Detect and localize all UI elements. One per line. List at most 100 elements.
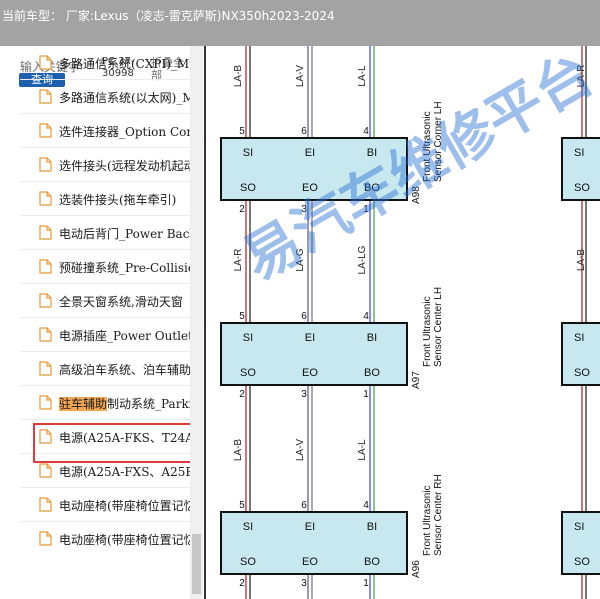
document-icon: [39, 89, 52, 104]
pin-name: SI: [243, 147, 253, 159]
pin-name: SI: [574, 521, 584, 533]
sensor-id: A96: [411, 560, 422, 578]
tree-item-label: 选件接头(远程发动机起动): [59, 159, 190, 173]
document-icon: [39, 259, 52, 274]
wiring-diagram: LA-B LA-V LA-L LA-R LA-G LA-LG LA-B LA-V LA-L LA-…: [204, 41, 600, 599]
wire-label: LA-L: [357, 65, 368, 87]
tree-item-label: 多路通信系统(以太网)_Multiplex Communication Syst…: [59, 91, 190, 105]
pin-name: EI: [305, 332, 315, 344]
pin-name: SO: [574, 367, 590, 379]
pin-number: 5: [239, 126, 245, 137]
pin-name: SO: [240, 556, 256, 568]
pin-name: EI: [305, 521, 315, 533]
selection-highlight-box: [33, 423, 201, 463]
pin-number: 1: [363, 578, 369, 589]
pin-number: 6: [301, 311, 307, 322]
sensor-name: Sensor Center LH: [433, 287, 444, 367]
pin-number: 4: [363, 500, 369, 511]
tree-scrollbar[interactable]: [190, 46, 203, 599]
document-icon: [39, 55, 52, 70]
tree-item-label: 全景天窗系统,滑动天窗: [59, 295, 183, 309]
pin-number: 3: [301, 389, 307, 400]
tree-item-label: 选件连接器_Option Connector: [59, 125, 190, 139]
window-title: 当前车型： 厂家:Lexus（凌志-雷克萨斯)NX350h2023-2024: [2, 9, 335, 23]
pin-name: SI: [574, 147, 584, 159]
sensor-name: Sensor Center RH: [433, 474, 444, 556]
tree-item-label: 选装件接头(拖车牵引): [59, 193, 177, 207]
pin-number: 6: [301, 126, 307, 137]
wire-label: LA-B: [233, 439, 244, 462]
document-icon: [39, 361, 52, 376]
wire-label: LA-L: [357, 439, 368, 461]
sensor-name: Front Ultrasonic: [422, 485, 433, 556]
document-icon: [39, 293, 52, 308]
wire-label: LA-V: [295, 65, 306, 88]
pin-number: 3: [301, 578, 307, 589]
pin-name: SO: [574, 182, 590, 194]
pin-number: 2: [239, 578, 245, 589]
pin-number: 2: [239, 204, 245, 215]
document-icon: [39, 191, 52, 206]
tree-item[interactable]: 多路通信系统(以太网)_Multiplex Communication Syst…: [20, 79, 190, 113]
pin-number: 5: [239, 500, 245, 511]
tree-item[interactable]: 选装件接头(拖车牵引): [20, 181, 190, 215]
tree-item[interactable]: 多路通信系统(CXPI)_Multiplex Communication Sys…: [20, 46, 190, 79]
document-icon: [39, 327, 52, 342]
wire-label: LA-LG: [357, 245, 368, 274]
pin-number: 6: [301, 500, 307, 511]
tree-item[interactable]: 选件连接器_Option Connector: [20, 113, 190, 147]
pin-name: SO: [240, 182, 256, 194]
tree-item-label: 电动后背门_Power Back Door: [59, 227, 190, 241]
pin-name: EI: [305, 147, 315, 159]
document-icon: [39, 157, 52, 172]
document-icon: [39, 123, 52, 138]
tree-item-label: 电动座椅(带座椅位置记忆): [59, 533, 190, 547]
pin-name: BO: [364, 556, 380, 568]
tree-item-label: 预碰撞系统_Pre-Collision System: [59, 261, 190, 275]
tree-item-label: 电源插座_Power Outlet: [59, 329, 190, 343]
tree-item[interactable]: 电动座椅(带座椅位置记忆): [20, 487, 190, 521]
tree-item[interactable]: 全景天窗系统,滑动天窗: [20, 283, 190, 317]
tree-item-label: 电动座椅(带座椅位置记忆): [59, 499, 190, 513]
pin-name: SO: [574, 556, 590, 568]
tree-item-label: 驻车辅助制动系统_Parking Support Brake System: [59, 397, 190, 411]
tree-item[interactable]: 预碰撞系统_Pre-Collision System: [20, 249, 190, 283]
pin-number: 5: [239, 311, 245, 322]
document-icon: [39, 395, 52, 410]
pin-name: SO: [240, 367, 256, 379]
tree-item[interactable]: 电动后背门_Power Back Door: [20, 215, 190, 249]
pin-name: SI: [574, 332, 584, 344]
pin-name: EO: [302, 367, 318, 379]
scrollbar-thumb[interactable]: [192, 534, 201, 594]
tree-item-label: 高级泊车系统、泊车辅助: [59, 363, 190, 377]
document-icon: [39, 225, 52, 240]
search-hit-highlight: 驻车辅助: [59, 397, 108, 411]
document-tree: 多路通信系统(CXPI)_Multiplex Communication Sys…: [0, 46, 190, 599]
sensor-name: Front Ultrasonic: [422, 296, 433, 367]
document-icon: [39, 463, 52, 478]
pin-name: BI: [367, 332, 377, 344]
pin-name: SI: [243, 332, 253, 344]
wire-label: LA-B: [233, 65, 244, 88]
sensor-id: A97: [411, 371, 422, 389]
tree-item-label: 多路通信系统(CXPI)_Multiplex Communication Sys…: [59, 57, 190, 71]
title-bar: 当前车型： 厂家:Lexus（凌志-雷克萨斯)NX350h2023-2024: [0, 0, 600, 46]
pin-name: EO: [302, 556, 318, 568]
tree-item[interactable]: 高级泊车系统、泊车辅助: [20, 351, 190, 385]
pin-number: 4: [363, 126, 369, 137]
pin-name: BO: [364, 367, 380, 379]
tree-item[interactable]: 选件接头(远程发动机起动): [20, 147, 190, 181]
wire-label: LA-B: [576, 249, 587, 272]
pin-number: 1: [363, 389, 369, 400]
tree-item[interactable]: 电源插座_Power Outlet: [20, 317, 190, 351]
pin-name: BI: [367, 521, 377, 533]
tree-item[interactable]: 驻车辅助制动系统_Parking Support Brake System: [20, 385, 190, 419]
wire-label: LA-V: [295, 439, 306, 462]
pin-name: SI: [243, 521, 253, 533]
pin-number: 2: [239, 389, 245, 400]
tree-item[interactable]: 电动座椅(带座椅位置记忆): [20, 521, 190, 555]
document-icon: [39, 497, 52, 512]
tree-item-label: 电源(A25A-FXS、A25B-FXS): [59, 465, 190, 479]
document-icon: [39, 531, 52, 546]
pin-number: 4: [363, 311, 369, 322]
